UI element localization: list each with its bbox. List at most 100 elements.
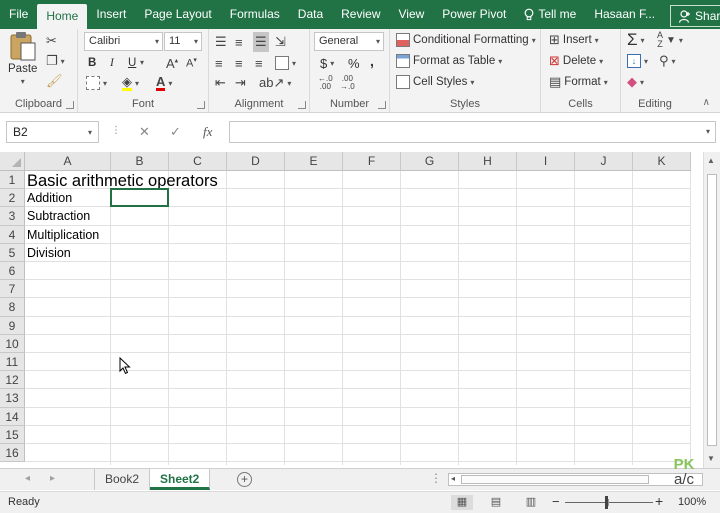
scroll-left-arrow-icon[interactable]: ◂ — [451, 474, 455, 483]
expand-formula-bar-icon[interactable]: ▾ — [706, 127, 710, 136]
orientation-button[interactable]: ab↗ ▾ — [259, 73, 291, 93]
column-header-j[interactable]: J — [575, 152, 633, 171]
decrease-font-button[interactable]: A▾ — [186, 53, 197, 73]
copy-button[interactable]: ❐ ▾ — [46, 51, 65, 71]
tab-formulas[interactable]: Formulas — [221, 0, 289, 29]
italic-button[interactable]: I — [110, 53, 114, 73]
cell-a1[interactable]: Basic arithmetic operators — [27, 171, 218, 190]
worksheet-grid[interactable]: ABCDEFGHIJK 1 2 3 4 5 6 7 8 9 10 11 12 13 14 15 16 Basi… — [0, 152, 703, 465]
insert-cells-button[interactable]: ⊞ Insert ▾ — [549, 30, 599, 50]
increase-indent-button[interactable]: ⇥ — [235, 73, 246, 93]
collapse-ribbon-icon[interactable]: ∧ — [703, 97, 710, 108]
column-header-c[interactable]: C — [169, 152, 227, 171]
cell-a3[interactable]: Subtraction — [27, 207, 90, 225]
scroll-up-arrow-icon[interactable]: ▲ — [707, 156, 715, 165]
bottom-align-button[interactable]: ☰ — [253, 32, 269, 52]
share-button[interactable]: Share — [670, 5, 720, 27]
zoom-out-button[interactable]: − — [552, 494, 560, 509]
align-right-button[interactable]: ≡ — [255, 53, 263, 73]
column-header-e[interactable]: E — [285, 152, 343, 171]
increase-font-button[interactable]: A▴ — [166, 53, 178, 73]
currency-button[interactable]: $ ▾ — [320, 53, 334, 73]
tab-power-pivot[interactable]: Power Pivot — [433, 0, 515, 29]
vertical-scroll-thumb[interactable] — [707, 174, 717, 446]
column-header-b[interactable]: B — [111, 152, 169, 171]
tab-page-layout[interactable]: Page Layout — [135, 0, 220, 29]
sort-filter-button[interactable]: A Z ▼ ▾ — [657, 30, 683, 50]
cut-button[interactable]: ✂ — [46, 31, 57, 51]
previous-sheet-arrow-icon[interactable]: ◂ — [25, 473, 30, 484]
alignment-launcher-icon[interactable] — [298, 101, 306, 109]
tab-data[interactable]: Data — [289, 0, 332, 29]
row-header-3[interactable]: 3 — [0, 207, 25, 226]
page-layout-view-button[interactable]: ▤ — [485, 495, 507, 510]
sheet-tab-sheet2[interactable]: Sheet2 — [150, 469, 211, 490]
center-button[interactable]: ≡ — [235, 53, 243, 73]
fill-color-button[interactable]: ◈ ▾ — [122, 73, 139, 93]
row-header-9[interactable]: 9 — [0, 316, 25, 335]
zoom-level[interactable]: 100% — [678, 496, 706, 508]
font-family-select[interactable]: Calibri ▾ — [84, 32, 163, 51]
row-header-4[interactable]: 4 — [0, 225, 25, 244]
sheet-tab-book2[interactable]: Book2 — [95, 469, 151, 490]
column-header-i[interactable]: I — [517, 152, 575, 171]
fill-button[interactable]: ↓ ▾ — [627, 51, 648, 71]
font-launcher-icon[interactable] — [197, 101, 205, 109]
wrap-text-button[interactable]: ⇲ — [275, 32, 286, 52]
number-format-select[interactable]: General ▾ — [314, 32, 384, 51]
zoom-slider-thumb[interactable] — [605, 496, 608, 509]
column-header-f[interactable]: F — [343, 152, 401, 171]
top-align-button[interactable]: ☰ — [215, 32, 227, 52]
bold-button[interactable]: B — [88, 53, 96, 73]
column-header-a[interactable]: A — [25, 152, 111, 171]
row-header-14[interactable]: 14 — [0, 407, 25, 426]
row-header-13[interactable]: 13 — [0, 389, 25, 408]
zoom-in-button[interactable]: + — [655, 493, 663, 509]
conditional-formatting-button[interactable]: Conditional Formatting ▾ — [396, 30, 536, 50]
merge-center-button[interactable]: ▾ — [275, 53, 296, 73]
row-header-15[interactable]: 15 — [0, 425, 25, 444]
tab-review[interactable]: Review — [332, 0, 389, 29]
row-header-16[interactable]: 16 — [0, 444, 25, 463]
row-header-8[interactable]: 8 — [0, 298, 25, 317]
column-header-g[interactable]: G — [401, 152, 459, 171]
formula-input[interactable]: ▾ — [229, 121, 716, 143]
decrease-decimal-button[interactable]: .00 →.0 — [340, 73, 355, 93]
tab-view[interactable]: View — [390, 0, 434, 29]
cell-a4[interactable]: Multiplication — [27, 226, 99, 244]
underline-button[interactable]: U — [128, 53, 136, 73]
horizontal-scrollbar[interactable]: ◂ — [448, 473, 703, 486]
selected-cell-outline[interactable] — [110, 188, 169, 208]
add-sheet-plus-icon[interactable]: + — [237, 472, 252, 487]
vertical-scrollbar[interactable]: ▲ ▼ — [703, 152, 720, 468]
find-select-button[interactable]: ⚲ ▾ — [659, 51, 676, 71]
autosum-button[interactable]: Σ ▾ — [627, 30, 645, 50]
cancel-icon[interactable]: ✕ — [139, 124, 150, 140]
underline-dropdown-icon[interactable]: ▾ — [140, 58, 144, 67]
font-color-button[interactable]: A ▾ — [156, 73, 172, 93]
row-header-12[interactable]: 12 — [0, 371, 25, 390]
format-as-table-button[interactable]: Format as Table ▾ — [396, 51, 502, 71]
name-box[interactable]: B2 ▾ — [6, 121, 99, 143]
tell-me-box[interactable]: Tell me — [515, 0, 585, 29]
insert-function-icon[interactable]: fx — [203, 124, 212, 140]
column-header-k[interactable]: K — [633, 152, 691, 171]
decrease-indent-button[interactable]: ⇤ — [215, 73, 226, 93]
column-header-d[interactable]: D — [227, 152, 285, 171]
comma-button[interactable]: , — [370, 51, 374, 71]
middle-align-button[interactable]: ≡ — [235, 32, 243, 52]
select-all-corner[interactable] — [0, 152, 25, 171]
clear-button[interactable]: ◆ ▾ — [627, 72, 644, 92]
font-size-select[interactable]: 11 ▾ — [164, 32, 202, 51]
tab-insert[interactable]: Insert — [87, 0, 135, 29]
row-header-11[interactable]: 11 — [0, 353, 25, 372]
number-launcher-icon[interactable] — [378, 101, 386, 109]
delete-cells-button[interactable]: ⊠ Delete ▾ — [549, 51, 603, 71]
tab-split-handle-icon[interactable]: ⋮ — [430, 471, 442, 485]
row-header-1[interactable]: 1 — [0, 171, 25, 190]
normal-view-button[interactable]: ▦ — [451, 495, 473, 510]
next-sheet-arrow-icon[interactable]: ▸ — [50, 473, 55, 484]
row-header-6[interactable]: 6 — [0, 262, 25, 281]
tab-file[interactable]: File — [0, 0, 37, 29]
align-left-button[interactable]: ≡ — [215, 53, 223, 73]
